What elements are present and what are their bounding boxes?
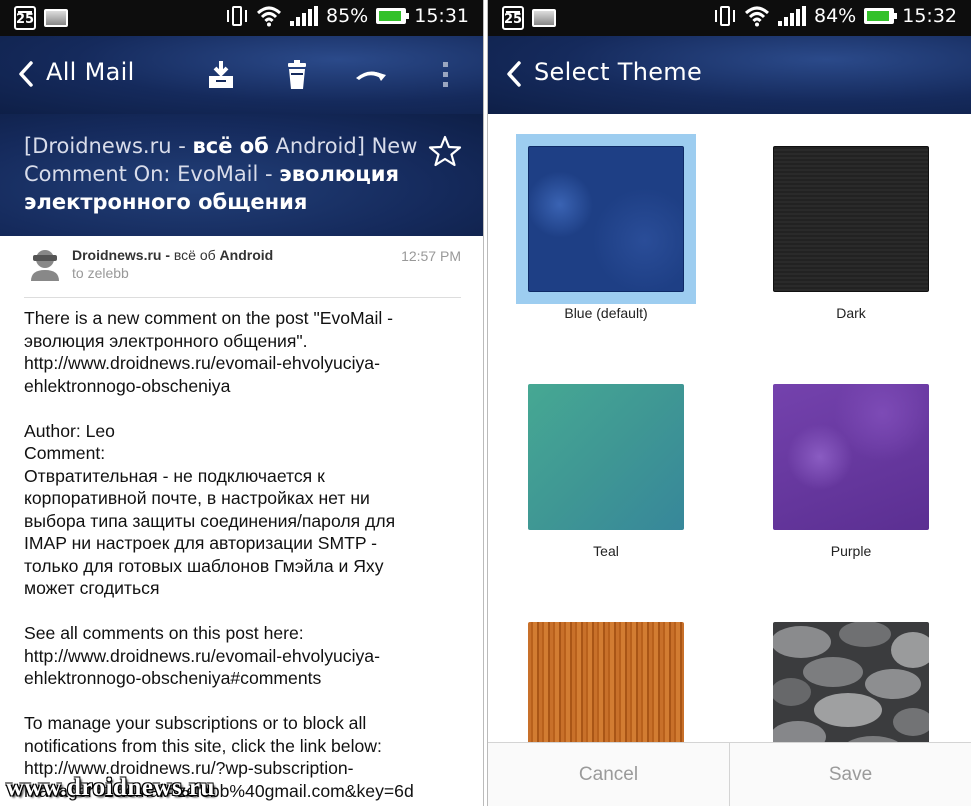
app-bar: All Mail [0,36,483,114]
body-paragraph: There is a new comment on the post "EvoM… [24,307,472,397]
screen-title: Select Theme [534,58,703,86]
calendar-date: 25 [503,12,523,27]
save-button[interactable]: Save [730,743,971,806]
body-line: Отвратительная - не подключается к [24,465,325,486]
body-line: только для готовых шаблонов Гмэйла и Яху [24,555,384,576]
overflow-menu-icon[interactable] [429,58,463,92]
clock: 15:32 [902,5,957,27]
body-paragraph: See all comments on this post here: http:… [24,622,472,690]
body-line: See all comments on this post here: [24,623,304,643]
sender-name-part: Droidnews.ru - [72,247,174,263]
image-icon [44,9,68,27]
battery-icon [376,8,410,24]
reply-icon[interactable] [354,58,388,92]
theme-label: Blue (default) [564,305,648,321]
divider [24,297,461,298]
calendar-date: 25 [15,12,35,27]
select-theme-screen: 25 84% 15:32 Select Theme Blue (default)… [487,0,971,806]
folder-title[interactable]: All Mail [46,58,135,86]
body-line: эволюция электронного общения". [24,330,308,351]
theme-thumbnail [773,622,929,742]
sender-name-part: всё об [173,247,216,263]
star-icon[interactable] [428,134,462,168]
avatar-icon [31,250,59,281]
sender-name: Droidnews.ru - всё об Android [72,247,273,263]
cancel-button[interactable]: Cancel [488,743,729,806]
signal-icon [290,6,318,26]
email-subject-header: [Droidnews.ru - всё об Android] New Comm… [0,114,483,236]
back-arrow-icon[interactable] [18,60,34,88]
body-line: To manage your subscriptions or to block… [24,713,367,733]
status-bar: 25 85% 15:31 [0,0,483,36]
vibrate-icon [714,4,736,28]
body-line: ehlektronnogo-obscheniya#comments [24,668,322,688]
body-line: ehlektronnogo-obscheniya [24,375,231,396]
theme-label: Purple [830,543,872,559]
calendar-icon: 25 [502,6,524,30]
battery-icon [864,8,898,24]
theme-thumbnail [528,146,684,292]
wifi-icon [256,6,282,27]
battery-percent: 84% [814,5,857,27]
body-line: There is a new comment on the post "EvoM… [24,308,394,328]
image-icon [532,9,556,27]
body-line: Author: Leo [24,420,115,441]
email-time: 12:57 PM [401,248,461,264]
archive-icon[interactable] [204,58,238,92]
watermark: www.droidnews.ru [6,774,215,801]
subject-part: [Droidnews.ru - [24,134,193,158]
email-body: There is a new comment on the post "EvoM… [24,307,472,806]
theme-label: Dark [836,305,866,321]
vibrate-icon [226,4,248,28]
body-line: корпоративной почте, в настройках нет ни [24,488,370,508]
status-bar: 25 84% 15:32 [488,0,971,36]
sender-name-part: Android [215,247,274,263]
body-line: Comment: [24,443,106,463]
clock: 15:31 [414,5,469,27]
theme-thumbnail [773,146,929,292]
app-bar: Select Theme [488,36,971,114]
calendar-icon: 25 [14,6,36,30]
back-arrow-icon[interactable] [506,60,522,88]
theme-thumbnail [773,384,929,530]
theme-grid: Blue (default) Dark Teal Purple [488,114,971,742]
body-line: выбора типа защиты соединения/пароля для [24,510,396,531]
action-bar: Cancel Save [488,742,971,806]
theme-thumbnail [528,384,684,530]
body-line[interactable]: http://www.droidnews.ru/evomail-ehvolyuc… [24,352,472,375]
body-line[interactable]: http://www.droidnews.ru/evomail-ehvolyuc… [24,645,472,668]
email-view-screen: 25 85% 15:31 All Mail [Droidnews.ru - вс… [0,0,484,806]
theme-label: Teal [593,543,619,559]
theme-thumbnail [528,622,684,742]
body-line: IMAP ни настроек для авторизации SMTP - [24,533,378,553]
email-subject: [Droidnews.ru - всё об Android] New Comm… [24,132,424,216]
recipient: to zelebb [72,265,129,281]
battery-percent: 85% [326,5,369,27]
signal-icon [778,6,806,26]
sender-row: Droidnews.ru - всё об Android to zelebb … [0,236,483,298]
body-line: может сгодиться [24,578,160,598]
wifi-icon [744,6,770,27]
subject-part-bold: всё об [192,134,269,158]
trash-icon[interactable] [280,58,314,92]
body-paragraph: Author: Leo Comment: Отвратительная - не п… [24,420,472,600]
body-line: notifications from this site, click the … [24,735,382,756]
